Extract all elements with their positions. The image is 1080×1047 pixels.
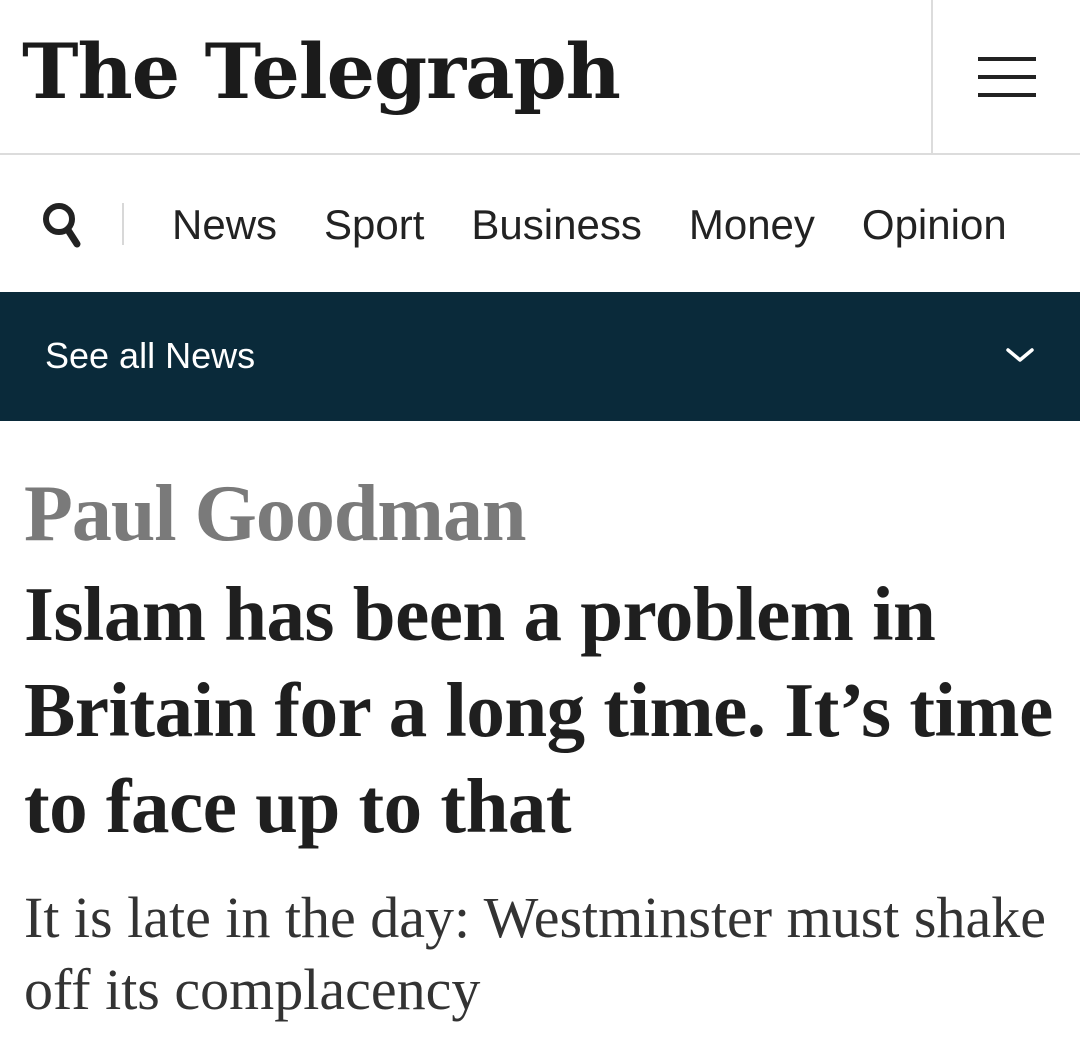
see-all-news-dropdown[interactable]: See all News — [0, 292, 1080, 421]
telegraph-logo[interactable]: The Telegraph — [22, 22, 621, 122]
search-icon — [43, 203, 81, 248]
nav-item-news[interactable]: News — [172, 195, 277, 255]
nav-item-money[interactable]: Money — [689, 195, 815, 255]
nav-item-business[interactable]: Business — [471, 195, 641, 255]
nav-fade-overlay — [1000, 155, 1080, 292]
article-headline: Islam has been a problem in Britain for … — [24, 571, 1053, 849]
chevron-down-icon — [1006, 348, 1034, 362]
masthead: The Telegraph — [0, 0, 1080, 155]
search-button[interactable] — [40, 200, 84, 250]
see-all-news-label: See all News — [45, 335, 256, 376]
menu-button[interactable] — [933, 0, 1080, 153]
section-nav: News Sport Business Money Opinion — [0, 155, 1080, 292]
nav-item-opinion[interactable]: Opinion — [862, 195, 1007, 255]
nav-divider — [122, 203, 124, 245]
nav-items: News Sport Business Money Opinion — [172, 195, 1054, 255]
article-standfirst: It is late in the day: Westminster must … — [24, 885, 1046, 1022]
author-name[interactable]: Paul Goodman — [24, 466, 526, 562]
hamburger-menu-icon — [977, 56, 1036, 97]
nav-item-sport[interactable]: Sport — [324, 195, 424, 255]
